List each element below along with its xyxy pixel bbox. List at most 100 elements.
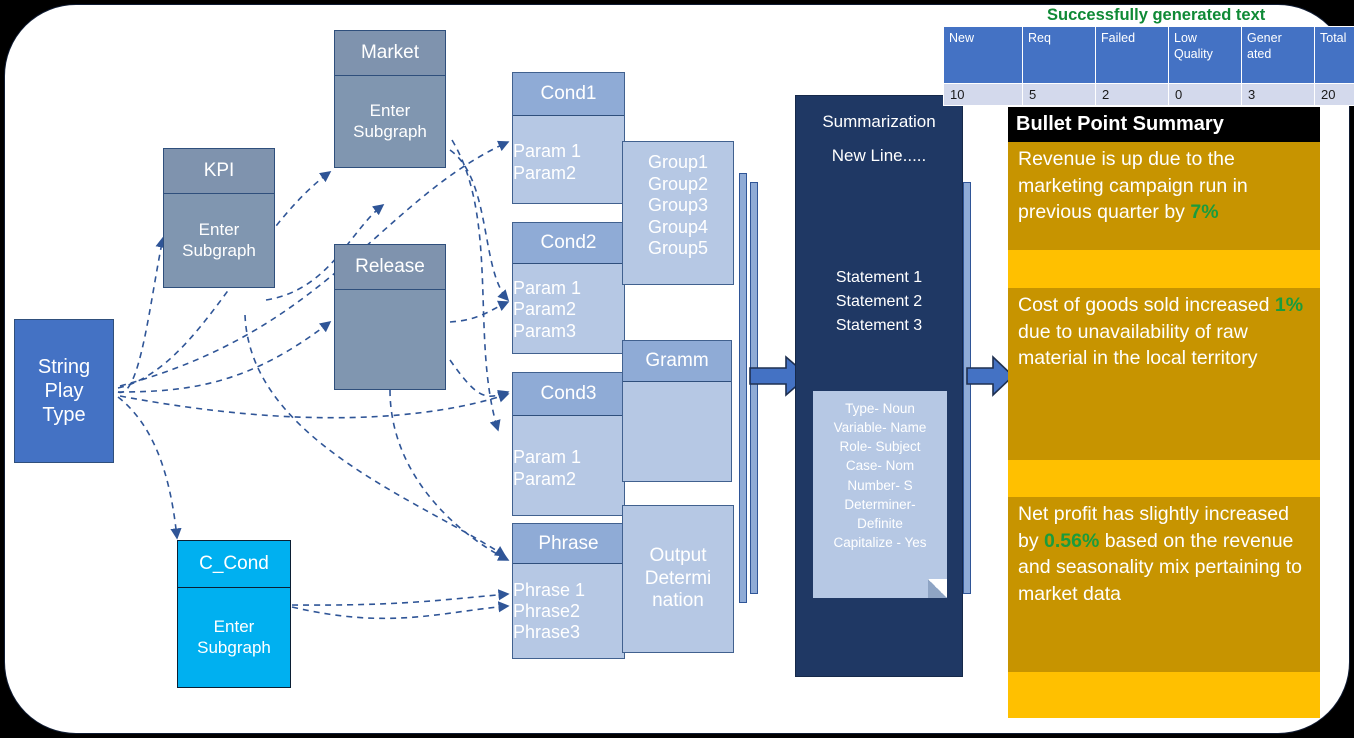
param: Phrase 1 xyxy=(513,579,586,600)
statement: Statement 3 xyxy=(835,317,923,334)
note-line: Type- Noun xyxy=(845,401,915,416)
bullet-divider-3 xyxy=(1008,672,1320,718)
panel-groups[interactable]: Group1 Group2 Group3 Group4 Group5 xyxy=(622,141,734,285)
stats-header-generated: Gener ated xyxy=(1241,26,1315,84)
node-cond1-params: Param 1 Param2 xyxy=(513,115,624,203)
node-cond2-title: Cond2 xyxy=(513,223,624,263)
bullet-item-3: Net profit has slightly increased by 0.5… xyxy=(1008,497,1320,672)
group-item: Group5 xyxy=(647,238,709,259)
stats-value-new: 10 xyxy=(943,83,1023,106)
node-market-body: Enter Subgraph xyxy=(335,75,445,167)
bullet-item-2-post: due to unavailability of raw material in… xyxy=(1018,320,1258,370)
node-phrase-title: Phrase xyxy=(513,524,624,563)
statement: Statement 2 xyxy=(835,293,923,310)
panel-summarization[interactable]: Summarization New Line..... Statement 1 … xyxy=(795,95,963,677)
param: Param2 xyxy=(513,468,577,489)
stats-value-low-quality: 0 xyxy=(1168,83,1242,106)
bullet-item-1: Revenue is up due to the marketing campa… xyxy=(1008,142,1320,250)
param: Phrase2 xyxy=(513,600,581,621)
param: Param 1 xyxy=(513,278,582,299)
edge-release-cond2 xyxy=(449,300,510,323)
node-cond1[interactable]: Cond1 Param 1 Param2 xyxy=(512,72,625,204)
stats-header-req: Req xyxy=(1022,26,1096,84)
edge-ccond-phrase2 xyxy=(291,601,510,620)
edge-start-ccond xyxy=(117,396,182,540)
group-item: Group2 xyxy=(647,173,709,194)
bullet-item-1-value: 7% xyxy=(1190,201,1219,224)
note-line: Definite xyxy=(857,515,903,531)
note-line: Variable- Name xyxy=(833,420,927,436)
node-gramm-body xyxy=(623,381,731,481)
summarization-title: Summarization xyxy=(822,112,936,131)
node-phrase-params: Phrase 1 Phrase2 Phrase3 xyxy=(513,563,624,658)
node-release[interactable]: Release xyxy=(334,244,446,390)
note-card-grammar-attributes[interactable]: Type- Noun Variable- Name Role- Subject … xyxy=(813,391,947,598)
node-release-body xyxy=(335,289,445,389)
param: Param 1 xyxy=(513,141,582,162)
group-item: Group1 xyxy=(647,152,709,172)
edge-market-cond3 xyxy=(451,139,501,432)
edge-release-cond3 xyxy=(449,359,510,401)
bullet-item-2-text: Cost of goods sold increased xyxy=(1018,294,1275,316)
bullet-divider-1 xyxy=(1008,250,1320,288)
group-item: Group3 xyxy=(647,195,709,216)
stats-value-req: 5 xyxy=(1022,83,1096,106)
node-kpi-body: Enter Subgraph xyxy=(164,193,274,287)
accent-bar-1 xyxy=(739,173,747,603)
note-line: Determiner- xyxy=(844,496,916,512)
edge-start-kpi xyxy=(117,236,167,393)
note-line: Case- Nom xyxy=(845,458,915,474)
statement: Statement 1 xyxy=(835,269,923,286)
node-cond1-title: Cond1 xyxy=(513,73,624,115)
param: Param2 xyxy=(513,162,577,183)
stats-header-new: New xyxy=(943,26,1023,84)
stats-value-generated: 3 xyxy=(1241,83,1315,106)
node-market[interactable]: Market Enter Subgraph xyxy=(334,30,446,168)
node-kpi[interactable]: KPI Enter Subgraph xyxy=(163,148,275,288)
bullet-point-summary[interactable]: Bullet Point Summary Revenue is up due t… xyxy=(1008,107,1320,718)
node-cond3-params: Param 1 Param2 xyxy=(513,415,624,515)
stats-header-total: Total xyxy=(1314,26,1354,84)
node-phrase[interactable]: Phrase Phrase 1 Phrase2 Phrase3 xyxy=(512,523,625,659)
bullet-item-3-value: 0.56% xyxy=(1044,529,1100,552)
edge-start-cond3 xyxy=(119,391,510,419)
node-c-cond-body: Enter Subgraph xyxy=(178,587,290,687)
edge-start-release xyxy=(117,321,332,393)
node-cond3[interactable]: Cond3 Param 1 Param2 xyxy=(512,372,625,516)
node-c-cond[interactable]: C_Cond Enter Subgraph xyxy=(177,540,291,688)
param: Param2 xyxy=(513,299,577,320)
node-release-title: Release xyxy=(335,245,445,289)
note-line: Capitalize - Yes xyxy=(833,535,927,551)
node-cond2-params: Param 1 Param2 Param3 xyxy=(513,263,624,353)
stats-table[interactable]: New Req Failed Low Quality Gener ated To… xyxy=(943,26,1354,106)
stats-caption: Successfully generated text xyxy=(1047,6,1266,24)
diagram-canvas: String Play Type KPI Enter Subgraph Mark… xyxy=(0,0,1354,738)
stats-header-failed: Failed xyxy=(1095,26,1169,84)
stats-value-row: 10 5 2 0 3 20 xyxy=(943,83,1354,106)
note-line: Number- S xyxy=(847,477,913,493)
dogear-icon xyxy=(928,579,947,598)
edge-ccond-phrase xyxy=(291,589,510,606)
node-gramm[interactable]: Gramm xyxy=(622,340,732,482)
summarization-statements: Statement 1 Statement 2 Statement 3 xyxy=(796,266,962,338)
node-c-cond-title: C_Cond xyxy=(178,541,290,587)
node-string-play-type[interactable]: String Play Type xyxy=(14,319,114,463)
stats-value-failed: 2 xyxy=(1095,83,1169,106)
param: Param3 xyxy=(513,320,577,341)
note-line: Role- Subject xyxy=(839,439,921,455)
node-gramm-title: Gramm xyxy=(623,341,731,381)
param: Phrase3 xyxy=(513,622,581,643)
param: Param 1 xyxy=(513,447,582,468)
stats-header-low-quality: Low Quality xyxy=(1168,26,1242,84)
panel-output-determination[interactable]: Output Determi nation xyxy=(622,505,734,653)
node-cond2[interactable]: Cond2 Param 1 Param2 Param3 xyxy=(512,222,625,354)
bullet-divider-2 xyxy=(1008,460,1320,497)
group-item: Group4 xyxy=(647,216,709,237)
summarization-newline: New Line..... xyxy=(831,146,927,165)
stats-value-total: 20 xyxy=(1314,83,1354,106)
bullet-summary-title: Bullet Point Summary xyxy=(1008,107,1320,142)
stats-header-row: New Req Failed Low Quality Gener ated To… xyxy=(943,26,1354,84)
bullet-item-2: Cost of goods sold increased 1% due to u… xyxy=(1008,288,1320,460)
node-cond3-title: Cond3 xyxy=(513,373,624,415)
bullet-item-2-value: 1% xyxy=(1274,294,1304,316)
